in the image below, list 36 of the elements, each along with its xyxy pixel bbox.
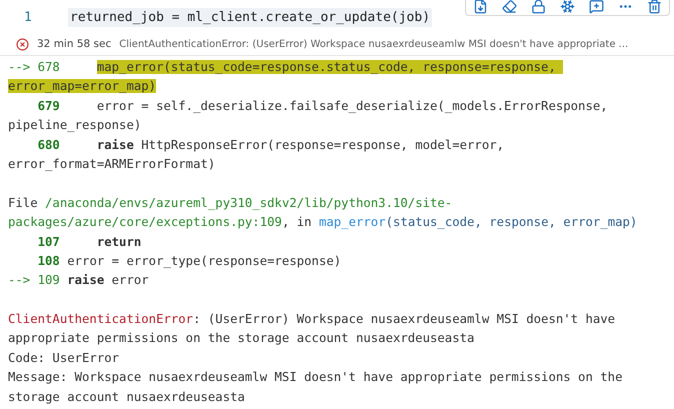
lock-icon[interactable]	[531, 0, 546, 14]
error-summary: ClientAuthenticationError: (UserError) Workspace nusaexrdeuseamlw MSI doesn't have appropriate ...	[119, 38, 628, 50]
file-path-link[interactable]: /anaconda/envs/azureml_py310_sdkv2/lib/python3.10/site-	[45, 196, 452, 210]
line-number: 1	[24, 10, 33, 24]
code-text: error	[110, 273, 149, 288]
file-path-link[interactable]: packages/azure/core/exceptions.py:109	[8, 215, 282, 230]
line-number: 679	[36, 98, 60, 113]
code-text: pipeline_response)	[8, 118, 142, 132]
execution-time: 32 min 58 sec	[37, 38, 112, 50]
code-text: storage account nusaexrdeuseasta	[8, 390, 245, 404]
keyword-text: raise	[66, 273, 104, 288]
code-text: Code: UserError	[8, 350, 120, 365]
delete-icon[interactable]	[647, 0, 662, 14]
highlighted-code: map_error(status_code=response.status_code, response=response,	[96, 60, 564, 74]
error-name: ClientAuthenticationError	[8, 312, 194, 326]
code-text: error_format=ARMErrorFormat)	[8, 156, 216, 171]
code-text: Message: Workspace nusaexrdeuseamlw MSI doesn't have appropriate permissions on the	[8, 370, 622, 384]
code-text: File	[8, 196, 39, 210]
function-name[interactable]: map_error	[318, 215, 386, 230]
code-text: appropriate permissions on the storage account nusaexrdeuseasta	[8, 331, 474, 346]
keyword-text: raise	[96, 138, 134, 152]
current-line-arrow: --> 678	[8, 60, 60, 74]
function-arguments: (status_code, response, error_map)	[386, 215, 638, 230]
current-line-arrow: --> 109	[8, 273, 60, 288]
snowflake-icon[interactable]	[560, 0, 575, 14]
code-text: , in	[282, 215, 313, 230]
code-text: error = error_type(response=response)	[66, 254, 342, 268]
line-number: 680	[36, 138, 60, 152]
keyword-text: return	[96, 234, 142, 249]
line-number: 107	[36, 234, 60, 249]
highlighted-code: error_map=error_map)	[8, 79, 156, 94]
code-text: : (UserError) Workspace nusaexrdeuseamlw MSI doesn't have	[193, 312, 616, 326]
add-comment-icon[interactable]	[589, 0, 604, 14]
code-text: HttpResponseError(response=response, model=error,	[140, 138, 504, 152]
line-number: 108	[36, 254, 60, 268]
code-text: error = self._deserialize.failsafe_deserialize(_models.ErrorResponse,	[96, 98, 608, 113]
